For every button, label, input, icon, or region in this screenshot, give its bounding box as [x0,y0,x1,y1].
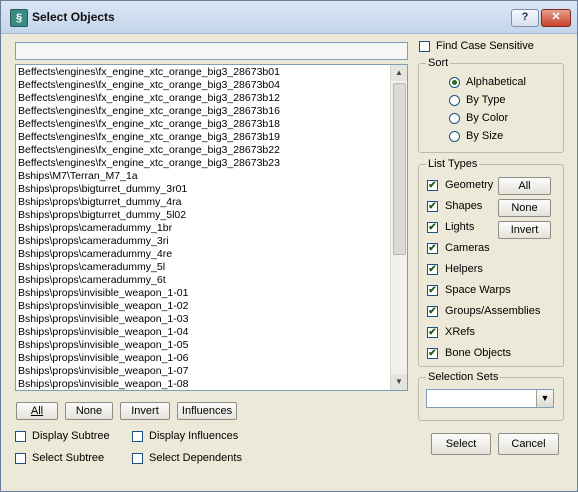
list-types-legend: List Types [426,158,480,170]
list-item[interactable]: Bships\props\invisible_weapon_1-04 [16,326,392,339]
cancel-button[interactable]: Cancel [498,433,559,455]
type-checkbox-shapes[interactable]: ✔ [427,201,438,212]
list-invert-button[interactable]: Invert [120,402,170,420]
type-label: Cameras [445,242,490,254]
sort-option-label: By Type [466,94,506,106]
find-case-sensitive-label: Find Case Sensitive [436,40,534,52]
types-invert-button[interactable]: Invert [498,221,551,239]
list-item[interactable]: Bships\M7\Terran_M7_1a [16,170,392,183]
type-checkbox-space-warps[interactable]: ✔ [427,285,438,296]
display-influences-checkbox[interactable] [132,431,143,442]
sort-option-label: By Color [466,112,509,124]
object-list-rows: Beffects\engines\fx_engine_xtc_orange_bi… [16,66,392,390]
type-label: Bone Objects [445,347,512,359]
scroll-up-icon[interactable]: ▲ [391,65,407,81]
list-item[interactable]: Bships\props\invisible_weapon_1-03 [16,313,392,326]
type-label: XRefs [445,326,475,338]
sort-radio-alphabetical[interactable] [449,77,460,88]
select-subtree-label: Select Subtree [32,452,105,464]
list-item[interactable]: Bships\props\invisible_weapon_1-07 [16,365,392,378]
window-title: Select Objects [32,10,115,24]
selection-sets-dropdown[interactable]: ▼ [426,389,554,408]
display-subtree-checkbox[interactable] [15,431,26,442]
scroll-down-icon[interactable]: ▼ [391,374,407,390]
type-label: Groups/Assemblies [445,305,541,317]
type-label: Shapes [445,200,483,212]
list-all-label: All [30,405,44,417]
list-item[interactable]: Beffects\engines\fx_engine_xtc_orange_bi… [16,131,392,144]
type-checkbox-geometry[interactable]: ✔ [427,180,438,191]
list-item[interactable]: Bships\props\bigturret_dummy_4ra [16,196,392,209]
select-objects-dialog: § Select Objects ? ✕ Beffects\engines\fx… [0,0,578,492]
list-item[interactable]: Bships\props\invisible_weapon_1-05 [16,339,392,352]
search-input[interactable] [15,42,408,60]
sort-legend: Sort [426,57,451,69]
list-item[interactable]: Beffects\engines\fx_engine_xtc_orange_bi… [16,92,392,105]
display-influences-label: Display Influences [149,430,239,442]
list-item[interactable]: Bships\props\bigturret_dummy_5l02 [16,209,392,222]
sort-radio-by-color[interactable] [449,113,460,124]
type-checkbox-helpers[interactable]: ✔ [427,264,438,275]
sort-option-label: By Size [466,130,504,142]
list-item[interactable]: Beffects\engines\fx_engine_xtc_orange_bi… [16,79,392,92]
scroll-thumb[interactable] [393,83,406,255]
list-item[interactable]: Bships\props\invisible_weapon_1-01 [16,287,392,300]
list-item[interactable]: Bships\props\cameradummy_4re [16,248,392,261]
list-item[interactable]: Bships\props\invisible_weapon_1-08 [16,378,392,390]
list-item[interactable]: Bships\props\cameradummy_5l [16,261,392,274]
type-label: Space Warps [445,284,511,296]
list-item[interactable]: Bships\props\invisible_weapon_1-02 [16,300,392,313]
list-influences-button[interactable]: Influences [177,402,237,420]
type-checkbox-cameras[interactable]: ✔ [427,243,438,254]
list-scrollbar[interactable]: ▲ ▼ [390,65,407,390]
list-item[interactable]: Beffects\engines\fx_engine_xtc_orange_bi… [16,105,392,118]
types-all-button[interactable]: All [498,177,551,195]
select-subtree-checkbox[interactable] [15,453,26,464]
type-label: Geometry [445,179,494,191]
sort-option-label: Alphabetical [466,76,526,88]
title-bar: § Select Objects ? ✕ [1,1,577,34]
find-case-sensitive-checkbox[interactable] [419,41,430,52]
list-item[interactable]: Beffects\engines\fx_engine_xtc_orange_bi… [16,144,392,157]
type-checkbox-lights[interactable]: ✔ [427,222,438,233]
list-item[interactable]: Bships\props\cameradummy_6t [16,274,392,287]
select-dependents-label: Select Dependents [149,452,242,464]
sort-radio-by-size[interactable] [449,131,460,142]
type-checkbox-bone-objects[interactable]: ✔ [427,348,438,359]
list-item[interactable]: Beffects\engines\fx_engine_xtc_orange_bi… [16,66,392,79]
selection-sets-legend: Selection Sets [426,371,501,383]
app-icon: § [10,9,28,27]
sort-radio-by-type[interactable] [449,95,460,106]
list-item[interactable]: Bships\props\bigturret_dummy_3r01 [16,183,392,196]
close-button[interactable]: ✕ [541,9,571,27]
types-none-button[interactable]: None [498,199,551,217]
list-item[interactable]: Bships\props\cameradummy_3ri [16,235,392,248]
display-subtree-label: Display Subtree [32,430,110,442]
list-item[interactable]: Bships\props\cameradummy_1br [16,222,392,235]
type-label: Helpers [445,263,483,275]
select-dependents-checkbox[interactable] [132,453,143,464]
list-item[interactable]: Beffects\engines\fx_engine_xtc_orange_bi… [16,157,392,170]
list-none-button[interactable]: None [65,402,113,420]
list-all-button[interactable]: All [16,402,58,420]
list-item[interactable]: Bships\props\invisible_weapon_1-06 [16,352,392,365]
type-checkbox-xrefs[interactable]: ✔ [427,327,438,338]
object-list[interactable]: Beffects\engines\fx_engine_xtc_orange_bi… [15,64,408,391]
type-label: Lights [445,221,475,233]
help-button[interactable]: ? [511,9,539,27]
select-button[interactable]: Select [431,433,491,455]
list-item[interactable]: Beffects\engines\fx_engine_xtc_orange_bi… [16,118,392,131]
type-checkbox-groups-assemblies[interactable]: ✔ [427,306,438,317]
chevron-down-icon[interactable]: ▼ [536,390,553,407]
